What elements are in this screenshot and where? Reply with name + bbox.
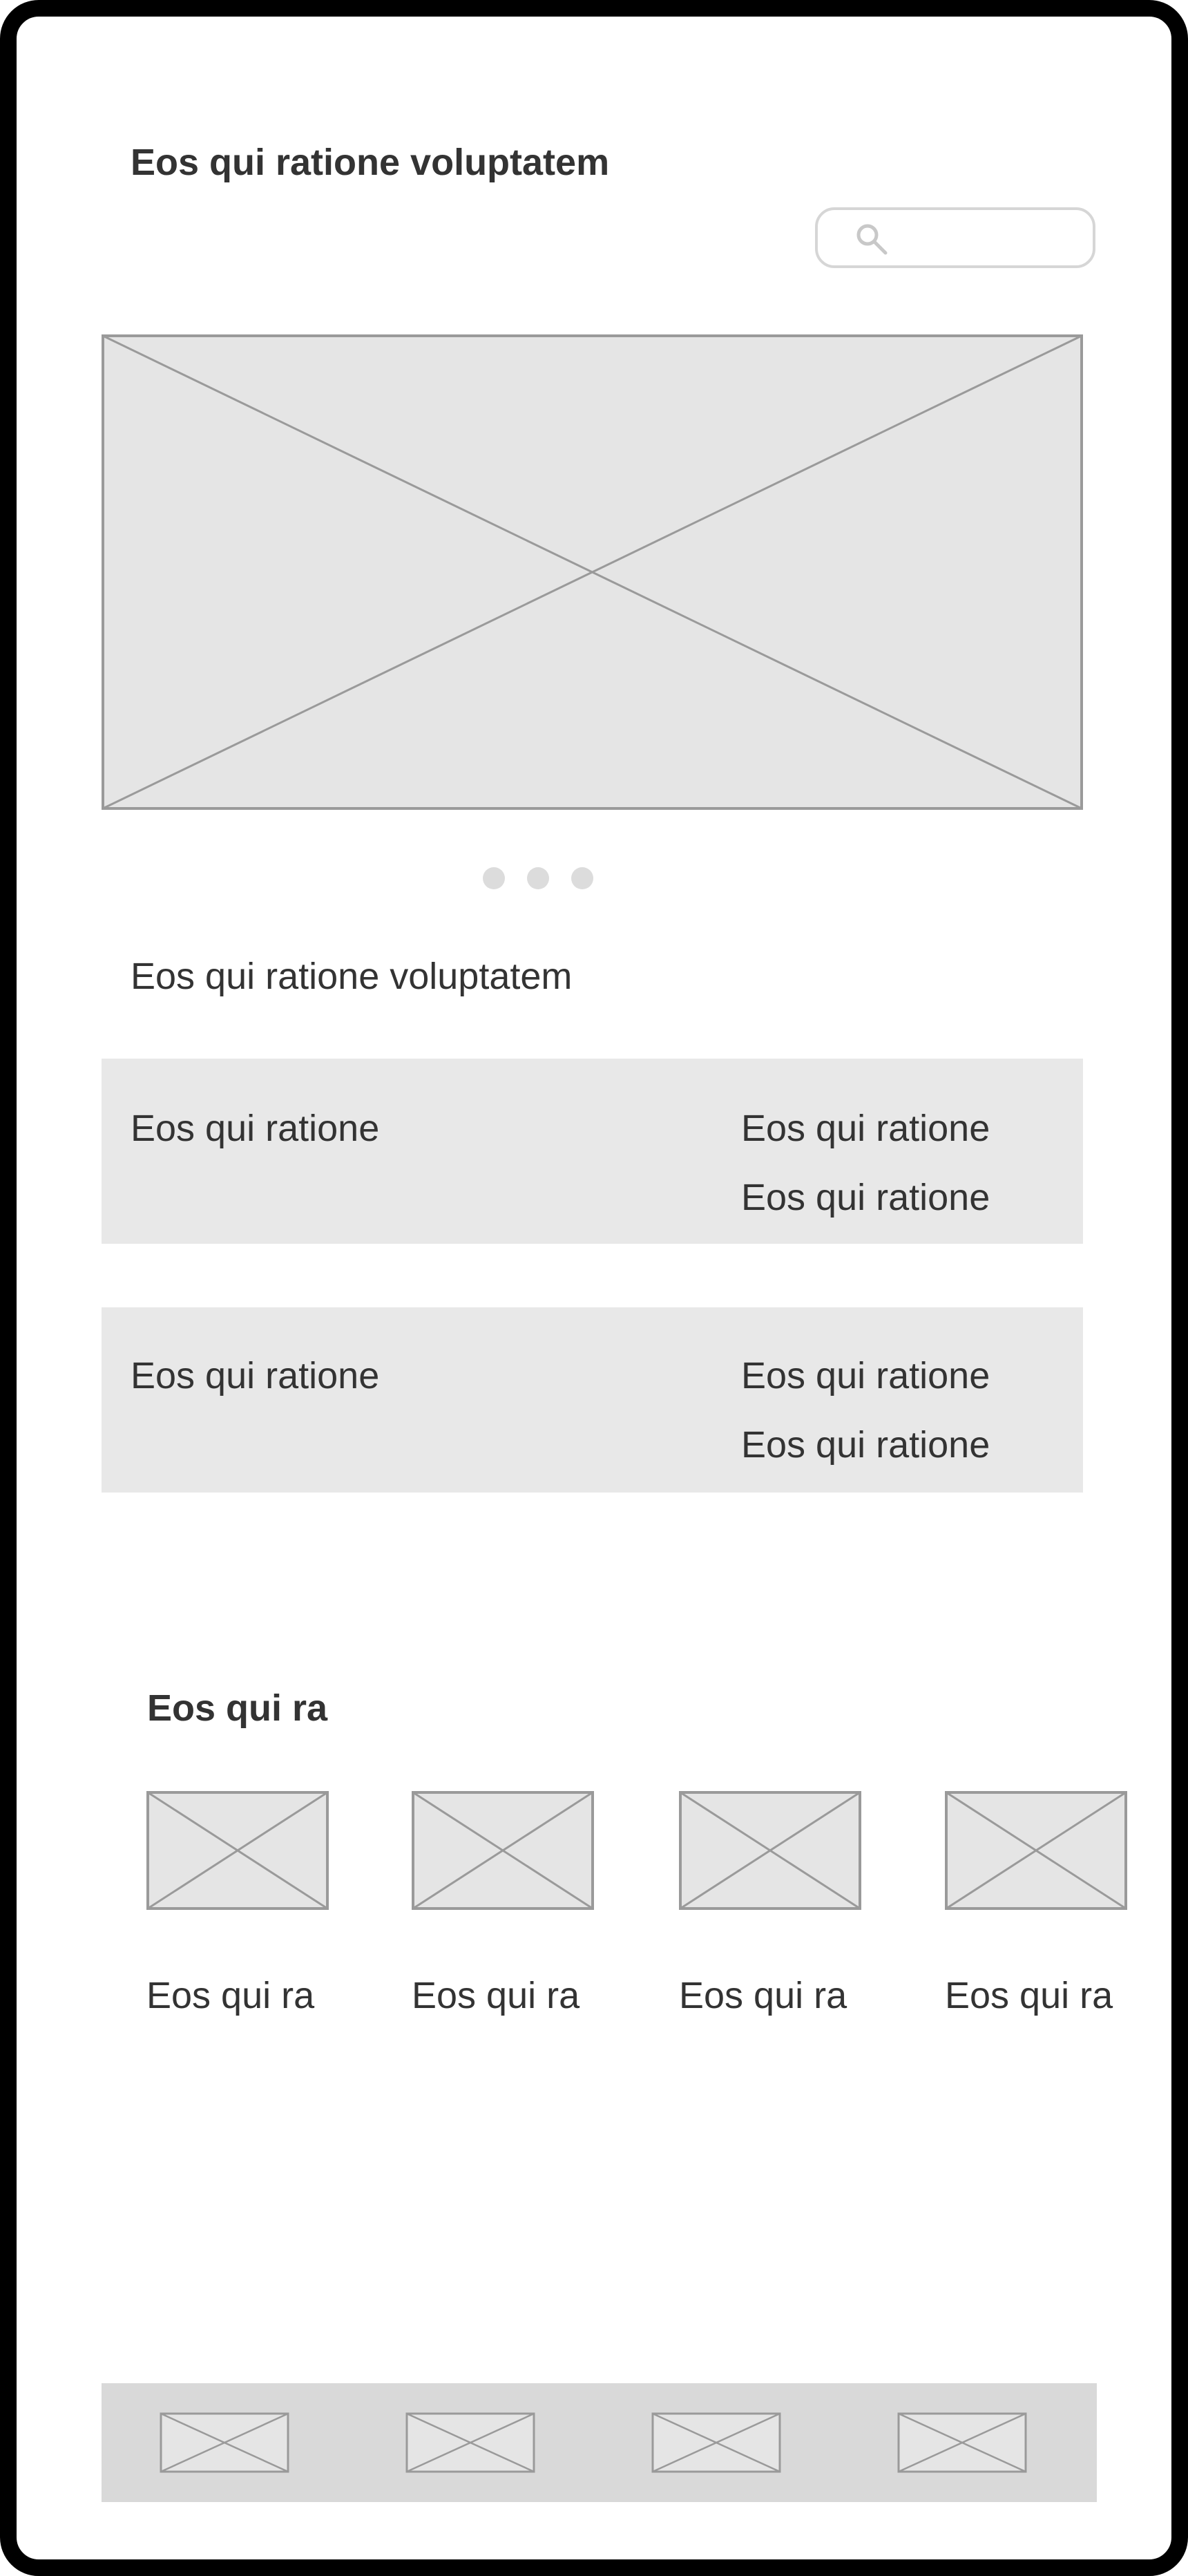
info-panel-label: Eos qui ratione	[131, 1108, 380, 1149]
gallery-thumbnail[interactable]	[146, 1791, 329, 1910]
tab-bar-item-4[interactable]	[897, 2412, 1027, 2473]
page-title: Eos qui ratione voluptatem	[131, 142, 610, 183]
tab-bar-item-3[interactable]	[651, 2412, 781, 2473]
carousel-dot-2[interactable]	[527, 867, 549, 889]
info-panel-value: Eos qui ratione	[741, 1108, 990, 1149]
gallery-thumbnail[interactable]	[945, 1791, 1127, 1910]
section-heading: Eos qui ratione voluptatem	[131, 956, 573, 997]
gallery-item-label: Eos qui ra	[412, 1975, 580, 2016]
info-panel: Eos qui ratione Eos qui ratione Eos qui …	[102, 1059, 1083, 1244]
info-panel-label: Eos qui ratione	[131, 1355, 380, 1396]
tab-bar-item-2[interactable]	[405, 2412, 535, 2473]
bottom-tab-bar	[102, 2383, 1097, 2502]
info-panel: Eos qui ratione Eos qui ratione Eos qui …	[102, 1307, 1083, 1493]
carousel-dot-3[interactable]	[571, 867, 593, 889]
info-panel-value: Eos qui ratione	[741, 1177, 990, 1218]
gallery-thumbnail[interactable]	[679, 1791, 861, 1910]
info-panel-value: Eos qui ratione	[741, 1424, 990, 1466]
carousel-dot-1[interactable]	[483, 867, 505, 889]
gallery-thumbnail[interactable]	[412, 1791, 594, 1910]
gallery-title: Eos qui ra	[147, 1687, 328, 1729]
gallery-item-label: Eos qui ra	[679, 1975, 847, 2016]
hero-image	[102, 334, 1083, 810]
info-panel-value: Eos qui ratione	[741, 1355, 990, 1396]
gallery-item-label: Eos qui ra	[945, 1975, 1113, 2016]
search-icon	[854, 221, 890, 257]
search-input[interactable]	[815, 207, 1095, 268]
tab-bar-item-1[interactable]	[160, 2412, 289, 2473]
gallery-item-label: Eos qui ra	[146, 1975, 315, 2016]
